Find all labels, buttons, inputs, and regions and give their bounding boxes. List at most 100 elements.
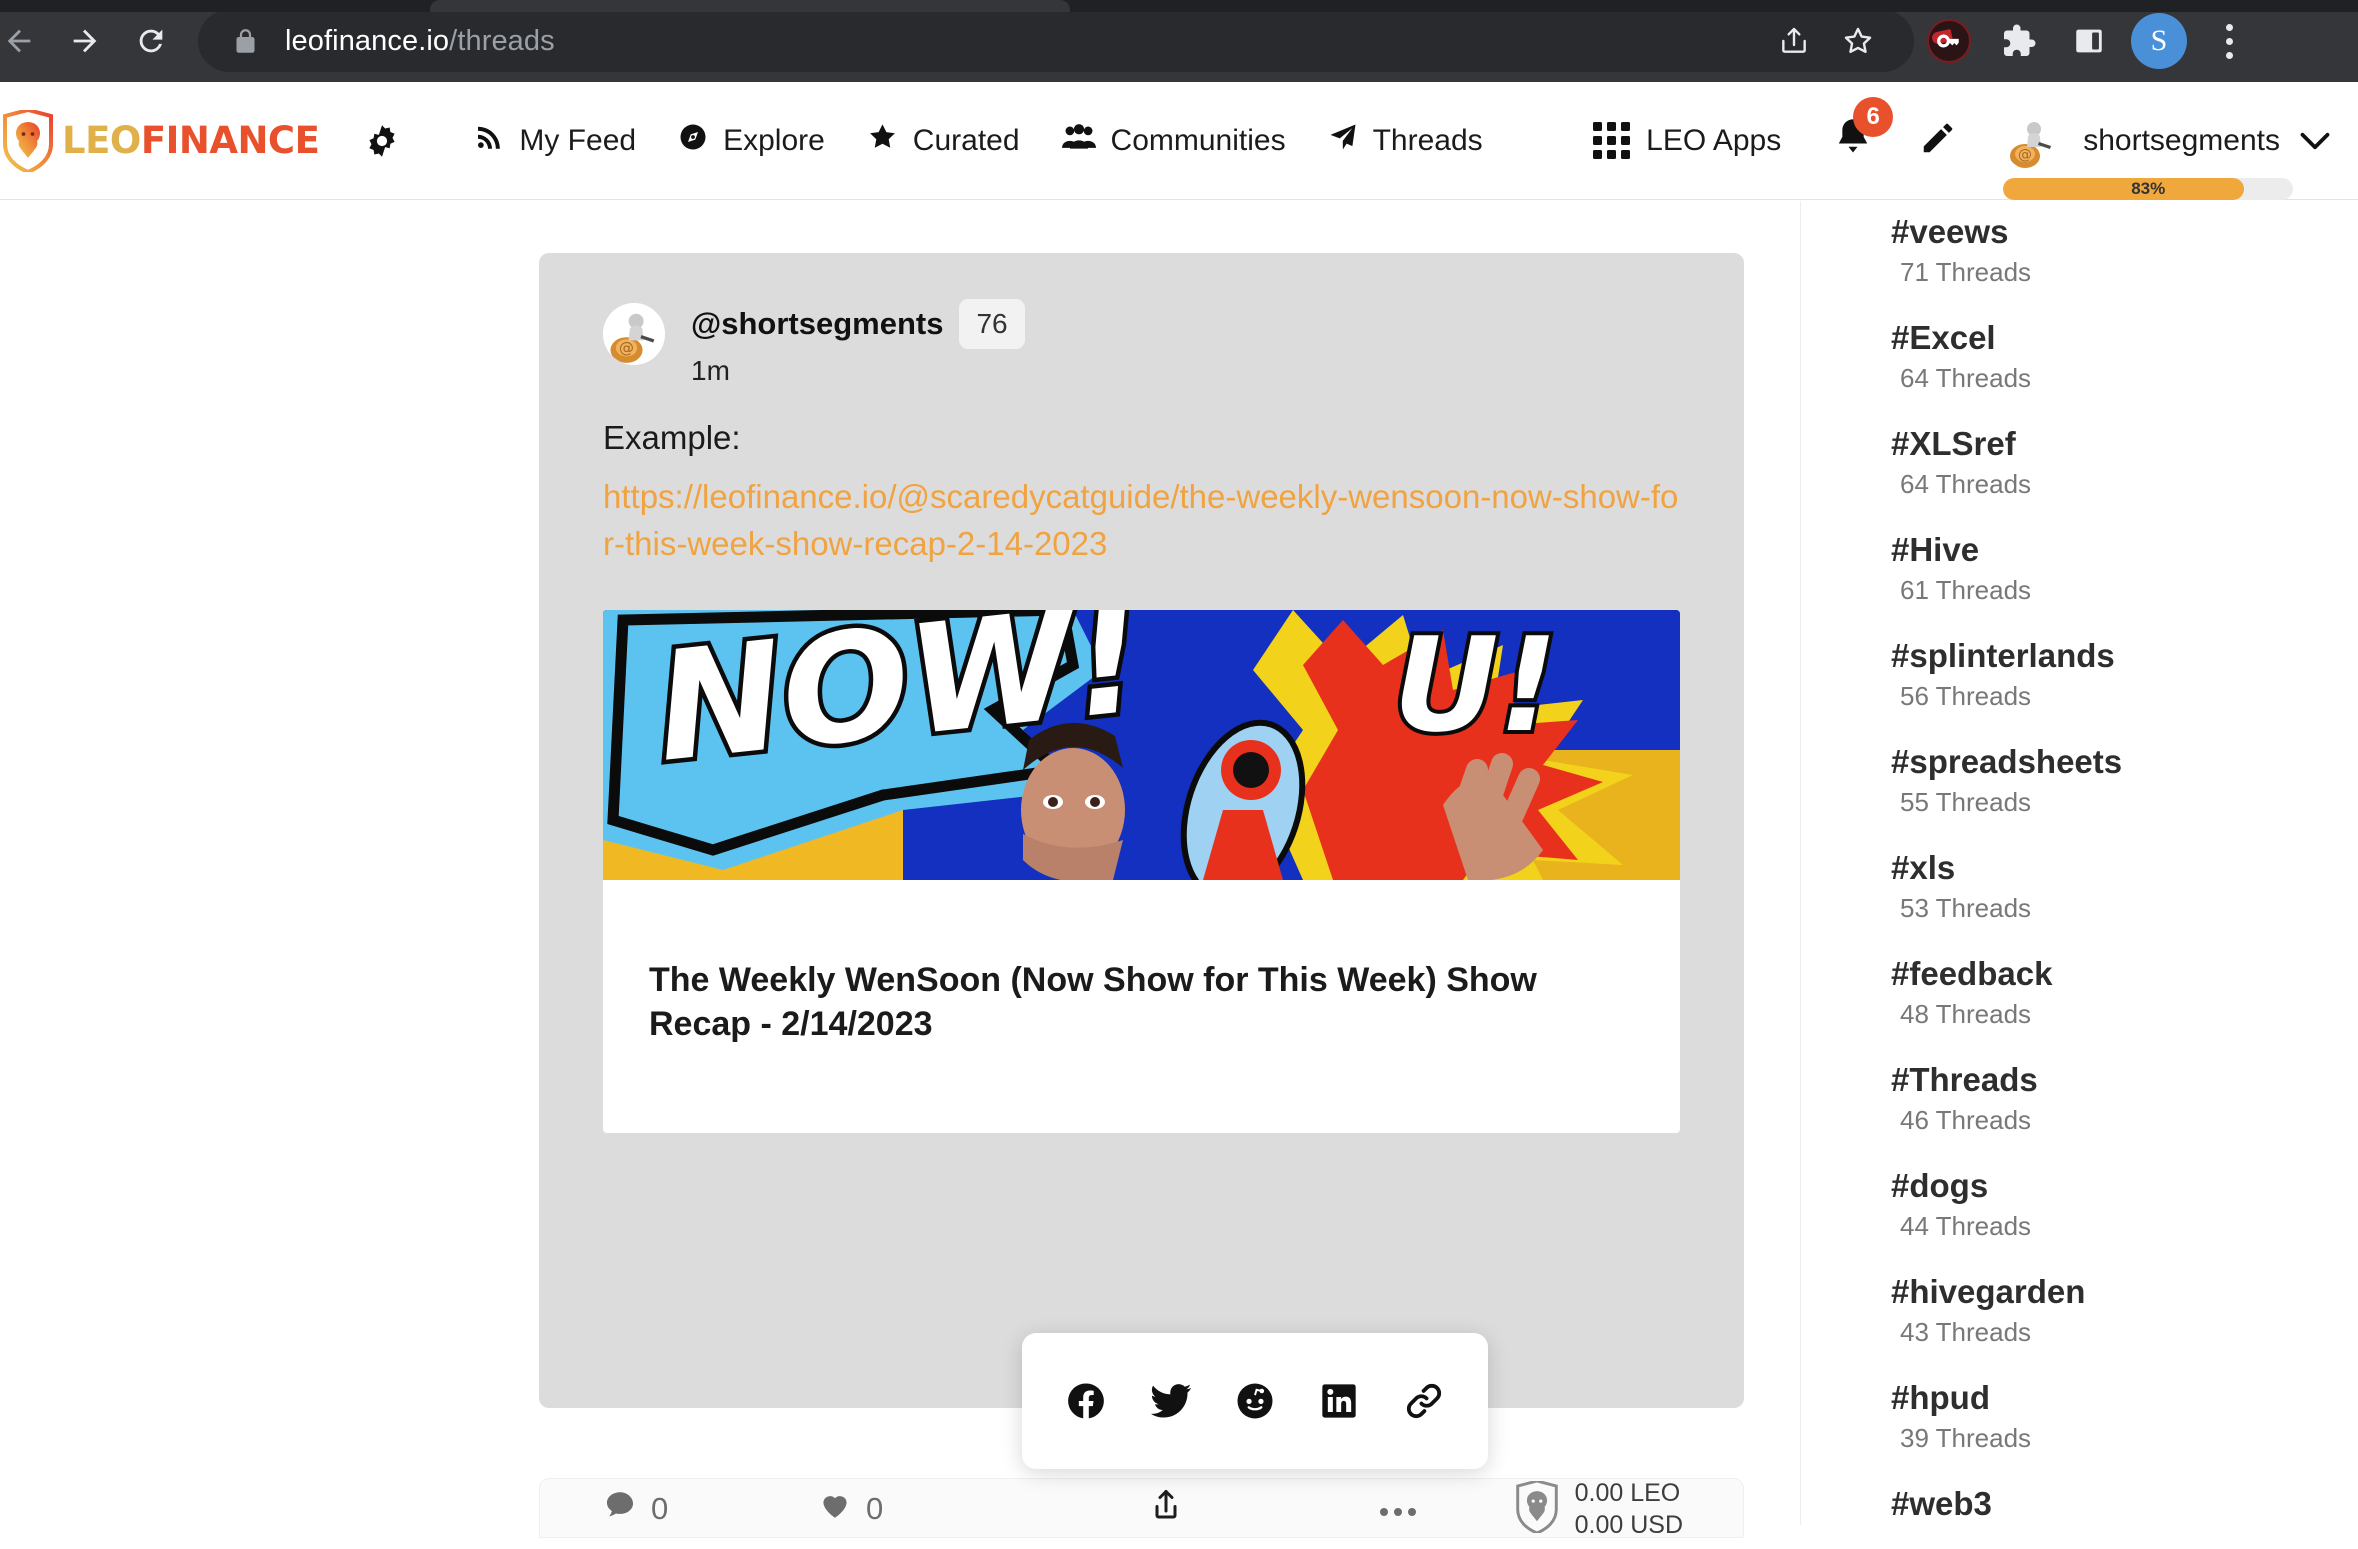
compose-button[interactable] [1919, 119, 1957, 162]
nav-label: Curated [912, 123, 1020, 157]
trending-tag-item[interactable]: #web3 38 Threads [1891, 1485, 2358, 1525]
brand-logo-link[interactable]: LEOFINANCE [0, 82, 320, 200]
share-icon[interactable] [1762, 9, 1826, 73]
ellipsis-icon [1379, 1491, 1417, 1527]
copy-link-icon[interactable] [1394, 1371, 1454, 1431]
trending-tag-item[interactable]: #XLSref 64 Threads [1891, 425, 2358, 500]
chevron-down-icon [2300, 131, 2330, 151]
link-preview-card[interactable]: NOW! U! The Weekly WenSoon (Now Show for… [603, 609, 1680, 1134]
thread-link[interactable]: https://leofinance.io/@scaredycatguide/t… [603, 474, 1680, 568]
reload-icon[interactable] [118, 8, 184, 74]
avatar[interactable]: @ [603, 303, 665, 365]
reddit-icon[interactable] [1225, 1371, 1285, 1431]
tag-count: 55 Threads [1900, 787, 2032, 817]
share-button[interactable] [1048, 1487, 1283, 1531]
trending-tags-sidebar: #veews 71 Threads #Excel 64 Threads #XLS… [1801, 201, 2358, 1525]
svg-text:U!: U! [1393, 610, 1558, 761]
nav-item-threads[interactable]: Threads [1307, 106, 1504, 176]
leo-apps-button[interactable]: LEO Apps [1593, 122, 1781, 159]
more-options-button[interactable] [1283, 1491, 1513, 1527]
star-icon[interactable] [1826, 9, 1890, 73]
back-arrow-icon[interactable] [0, 8, 52, 74]
profile-initial: S [2131, 13, 2187, 69]
avatar[interactable]: S [2124, 6, 2194, 76]
notifications-button[interactable]: 6 [1833, 97, 1894, 164]
trending-tag-item[interactable]: #veews 71 Threads [1891, 213, 2358, 288]
nav-item-explore[interactable]: Explore [657, 106, 846, 176]
payout-usd: 0.00 USD [1574, 1511, 1683, 1539]
trending-tag-item[interactable]: #splinterlands 56 Threads [1891, 637, 2358, 712]
tag-name: #web3 [1891, 1485, 1992, 1522]
brand-wordmark: LEOFINANCE [62, 119, 320, 162]
browser-nav-buttons [0, 8, 184, 74]
link-preview-image: NOW! U! [603, 609, 1680, 880]
forward-arrow-icon[interactable] [52, 8, 118, 74]
payout-leo: 0.00 LEO [1574, 1479, 1681, 1507]
tag-name: #dogs [1891, 1167, 1989, 1204]
reputation-badge: 76 [959, 299, 1025, 349]
tag-name: #xls [1891, 849, 1956, 886]
trending-tag-item[interactable]: #hivegarden 43 Threads [1891, 1273, 2358, 1348]
paper-plane-icon [1328, 122, 1358, 160]
brand-finance-text: FINANCE [140, 119, 320, 162]
twitter-icon[interactable] [1141, 1371, 1201, 1431]
trending-tag-item[interactable]: #Threads 46 Threads [1891, 1061, 2358, 1136]
thread-card: @ @shortsegments 76 1m Example: https://… [539, 253, 1744, 1408]
thread-author[interactable]: @shortsegments [691, 306, 943, 342]
share-upload-icon [1148, 1487, 1184, 1531]
trending-tag-item[interactable]: #Hive 61 Threads [1891, 531, 2358, 606]
side-panel-icon[interactable] [2054, 6, 2124, 76]
svg-text:@: @ [619, 339, 634, 357]
thread-meta: @shortsegments 76 1m [691, 299, 1025, 387]
omnibox-actions [1762, 9, 1890, 73]
url-text: leofinance.io/threads [285, 25, 555, 58]
nav-item-my-feed[interactable]: My Feed [453, 106, 657, 176]
leo-lion-icon [1515, 1478, 1559, 1538]
tag-name: #XLSref [1891, 425, 2016, 462]
active-tab[interactable] [430, 0, 1070, 12]
tag-count: 44 Threads [1900, 1211, 2032, 1241]
lock-icon [232, 28, 259, 55]
trending-tag-item[interactable]: #dogs 44 Threads [1891, 1167, 2358, 1242]
tag-count: 64 Threads [1900, 363, 2032, 393]
leo-lion-logo-icon [2, 107, 54, 174]
star-icon [867, 121, 898, 160]
tag-name: #hivegarden [1891, 1273, 2086, 1310]
address-bar[interactable]: leofinance.io/threads [198, 10, 1914, 72]
tag-name: #Threads [1891, 1061, 2038, 1098]
thread-header: @ @shortsegments 76 1m [603, 299, 1680, 387]
three-dot-menu-icon[interactable] [2194, 6, 2264, 76]
tag-count: 43 Threads [1900, 1317, 2032, 1347]
nav-item-communities[interactable]: Communities [1041, 106, 1307, 176]
nav-item-curated[interactable]: Curated [846, 106, 1041, 176]
sun-gear-icon[interactable] [357, 116, 407, 166]
leo-apps-label: LEO Apps [1646, 123, 1782, 157]
facebook-icon[interactable] [1056, 1371, 1116, 1431]
tag-count: 39 Threads [1900, 1423, 2032, 1453]
tag-count: 53 Threads [1900, 893, 2032, 923]
notification-badge: 6 [1853, 97, 1894, 137]
user-menu[interactable]: @ shortsegments 83% [2003, 111, 2330, 200]
tag-count: 46 Threads [1900, 1105, 2032, 1135]
tag-count: 48 Threads [1900, 999, 2032, 1029]
nav-label: My Feed [519, 123, 637, 157]
tag-name: #veews [1891, 213, 2009, 250]
comment-icon [603, 1488, 637, 1530]
payout-display[interactable]: 0.00 LEO 0.00 USD [1515, 1477, 1683, 1541]
trending-tag-item[interactable]: #feedback 48 Threads [1891, 955, 2358, 1030]
trending-tag-item[interactable]: #hpud 39 Threads [1891, 1379, 2358, 1454]
link-preview-title: The Weekly WenSoon (Now Show for This We… [649, 960, 1537, 1044]
key-extension-icon[interactable] [1914, 6, 1984, 76]
trending-tag-item[interactable]: #Excel 64 Threads [1891, 319, 2358, 394]
tag-name: #Excel [1891, 319, 1996, 356]
trending-tag-item[interactable]: #spreadsheets 55 Threads [1891, 743, 2358, 818]
url-path: /threads [449, 24, 555, 57]
linkedin-icon[interactable] [1309, 1371, 1369, 1431]
like-button[interactable]: 0 [818, 1488, 1048, 1530]
tag-name: #spreadsheets [1891, 743, 2123, 780]
tag-count: 64 Threads [1900, 469, 2032, 499]
puzzle-piece-icon[interactable] [1984, 6, 2054, 76]
comment-button[interactable]: 0 [603, 1488, 818, 1530]
url-domain: leofinance.io [285, 24, 450, 57]
trending-tag-item[interactable]: #xls 53 Threads [1891, 849, 2358, 924]
